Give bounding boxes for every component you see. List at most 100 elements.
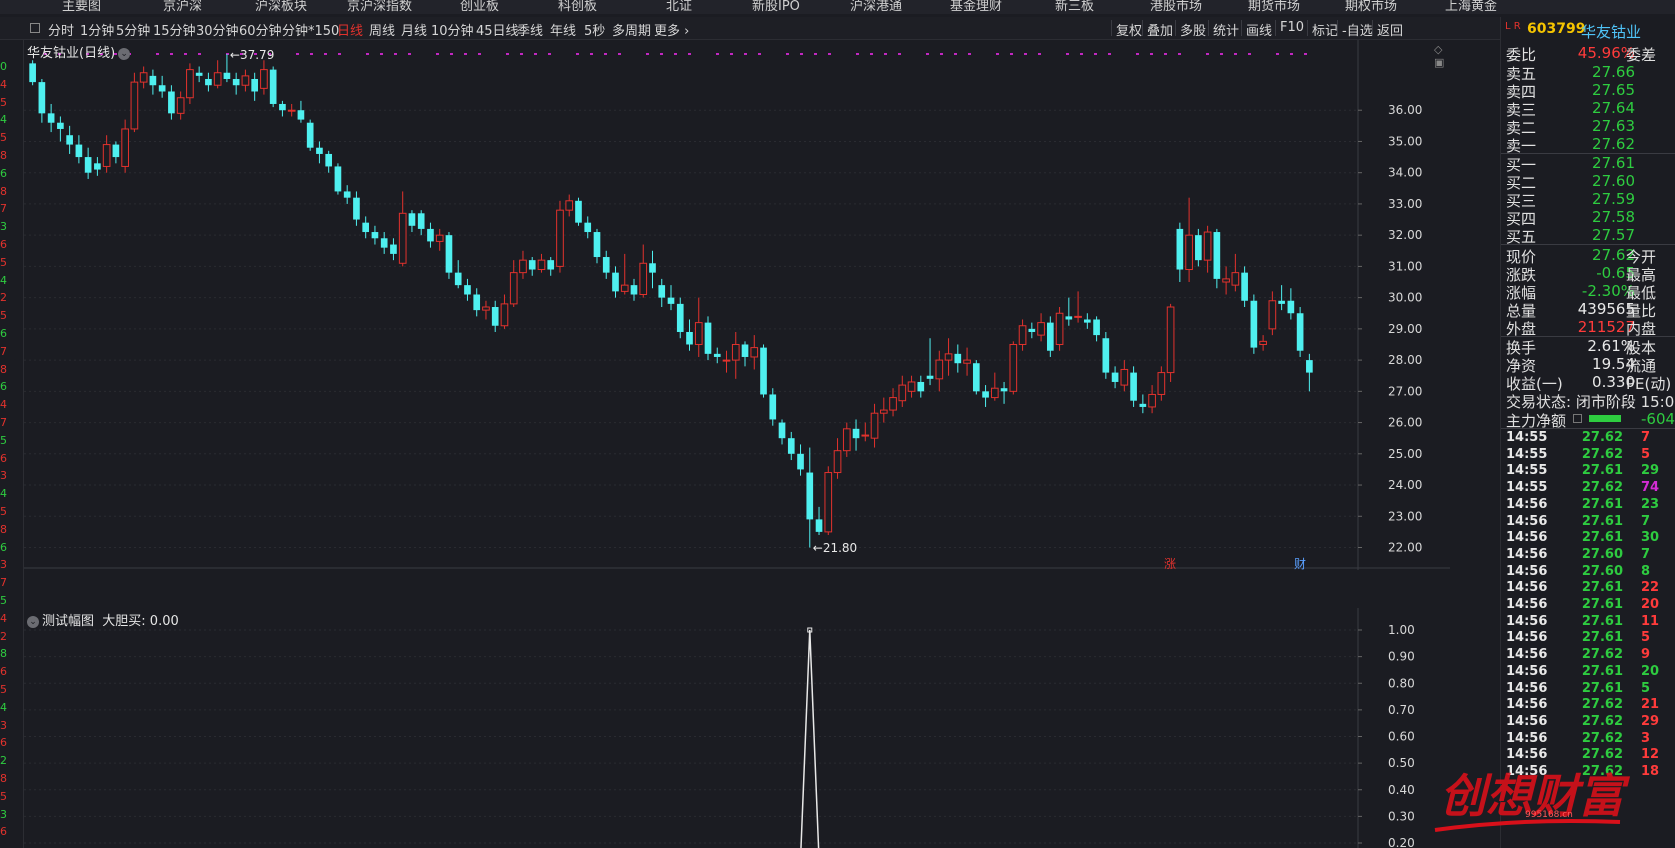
candle[interactable]: [75, 135, 83, 164]
candle[interactable]: [879, 397, 888, 423]
candle[interactable]: [797, 444, 804, 476]
candle[interactable]: [815, 506, 823, 536]
candle[interactable]: [713, 347, 721, 364]
candle[interactable]: [417, 210, 425, 236]
candle[interactable]: [1074, 291, 1082, 323]
tool-button[interactable]: 多股: [1180, 20, 1206, 39]
candle[interactable]: [362, 216, 370, 239]
candle[interactable]: [1195, 228, 1202, 267]
tool-button[interactable]: 画线: [1246, 20, 1272, 39]
candle[interactable]: [1084, 313, 1091, 329]
stock-code[interactable]: 603799: [1527, 21, 1585, 37]
candle[interactable]: [195, 66, 203, 83]
market-nav-item[interactable]: 上海黄金: [1445, 0, 1497, 14]
candle[interactable]: [990, 372, 999, 401]
candle[interactable]: [944, 338, 953, 376]
market-nav-item[interactable]: 期货市场: [1248, 0, 1300, 14]
candle[interactable]: [1306, 353, 1313, 392]
candle[interactable]: [1287, 288, 1295, 320]
period-tab[interactable]: 分时: [48, 20, 74, 39]
candle[interactable]: [1166, 303, 1175, 382]
candle[interactable]: [593, 228, 601, 264]
candle[interactable]: [371, 225, 379, 245]
period-tab[interactable]: 季线: [517, 20, 543, 39]
candle[interactable]: [750, 335, 759, 370]
candle[interactable]: [158, 75, 166, 98]
candle[interactable]: [1259, 335, 1267, 351]
candle[interactable]: [528, 257, 536, 276]
stock-name[interactable]: 华友钴业: [1581, 21, 1641, 42]
candle[interactable]: [1185, 197, 1193, 283]
candle[interactable]: [112, 141, 120, 164]
candle[interactable]: [769, 388, 777, 426]
candle[interactable]: [602, 250, 610, 279]
candle[interactable]: [787, 431, 795, 461]
candle[interactable]: [38, 78, 46, 123]
candle[interactable]: [1157, 366, 1166, 401]
candle[interactable]: [1055, 307, 1064, 351]
finance-tag[interactable]: 财: [1294, 555, 1306, 572]
candle[interactable]: [482, 300, 490, 320]
candle[interactable]: [334, 163, 342, 195]
candle[interactable]: [509, 260, 518, 307]
market-nav-item[interactable]: 京沪深指数: [347, 0, 412, 14]
candle[interactable]: [57, 116, 64, 142]
candle[interactable]: [842, 422, 851, 457]
period-tab[interactable]: 5秒: [584, 20, 605, 39]
candle[interactable]: [667, 285, 675, 311]
period-tab[interactable]: 周线: [369, 20, 395, 39]
candle[interactable]: [102, 135, 111, 173]
candle[interactable]: [1241, 266, 1248, 307]
candle[interactable]: [694, 297, 703, 357]
candle[interactable]: [1148, 385, 1156, 414]
chevron-down-icon[interactable]: ⌄: [118, 48, 131, 60]
candle[interactable]: [287, 103, 296, 117]
candle[interactable]: [1203, 225, 1212, 273]
candle[interactable]: [686, 319, 693, 351]
market-nav-item[interactable]: 基金理财: [950, 0, 1002, 14]
market-nav-item[interactable]: 港股市场: [1150, 0, 1202, 14]
period-tab[interactable]: 日线: [337, 20, 363, 39]
candle[interactable]: [176, 91, 185, 120]
candle[interactable]: [1093, 316, 1100, 342]
candle[interactable]: [1130, 366, 1137, 407]
candle[interactable]: [84, 147, 92, 179]
candle[interactable]: [168, 85, 175, 120]
market-nav-item[interactable]: 期权市场: [1345, 0, 1397, 14]
candle[interactable]: [1111, 366, 1119, 389]
candle[interactable]: [213, 60, 222, 89]
candle[interactable]: [954, 344, 962, 373]
candle[interactable]: [1065, 297, 1073, 326]
candle[interactable]: [889, 388, 897, 417]
period-tab[interactable]: 15分钟: [153, 20, 196, 39]
candle[interactable]: [556, 200, 564, 273]
diamond-icon[interactable]: ◇: [1434, 43, 1442, 56]
candle[interactable]: [260, 60, 268, 95]
market-nav-item[interactable]: 北证: [666, 0, 692, 14]
candle[interactable]: [547, 257, 555, 276]
candle[interactable]: [232, 72, 240, 95]
rise-tag[interactable]: 涨: [1164, 555, 1176, 572]
candle[interactable]: [565, 194, 574, 217]
tool-button[interactable]: F10: [1280, 20, 1304, 35]
candle[interactable]: [649, 250, 656, 289]
tool-button[interactable]: 标记: [1312, 20, 1338, 39]
candle[interactable]: [1213, 228, 1221, 289]
candle[interactable]: [1139, 394, 1147, 414]
candle[interactable]: [519, 250, 527, 279]
candle[interactable]: [1018, 319, 1027, 351]
candle[interactable]: [833, 438, 842, 479]
candle[interactable]: [149, 69, 157, 95]
candle[interactable]: [630, 278, 638, 301]
info-icon[interactable]: [1573, 414, 1582, 423]
candle[interactable]: [1028, 322, 1036, 339]
candle[interactable]: [269, 66, 277, 108]
candle[interactable]: [741, 341, 749, 367]
period-tab[interactable]: 更多 ›: [654, 20, 689, 39]
candle[interactable]: [1176, 222, 1184, 283]
period-tab[interactable]: 月线: [401, 20, 427, 39]
period-tab[interactable]: 多周期: [612, 20, 651, 39]
candle[interactable]: [639, 244, 648, 298]
candle[interactable]: [408, 210, 416, 233]
candle[interactable]: [972, 360, 980, 395]
